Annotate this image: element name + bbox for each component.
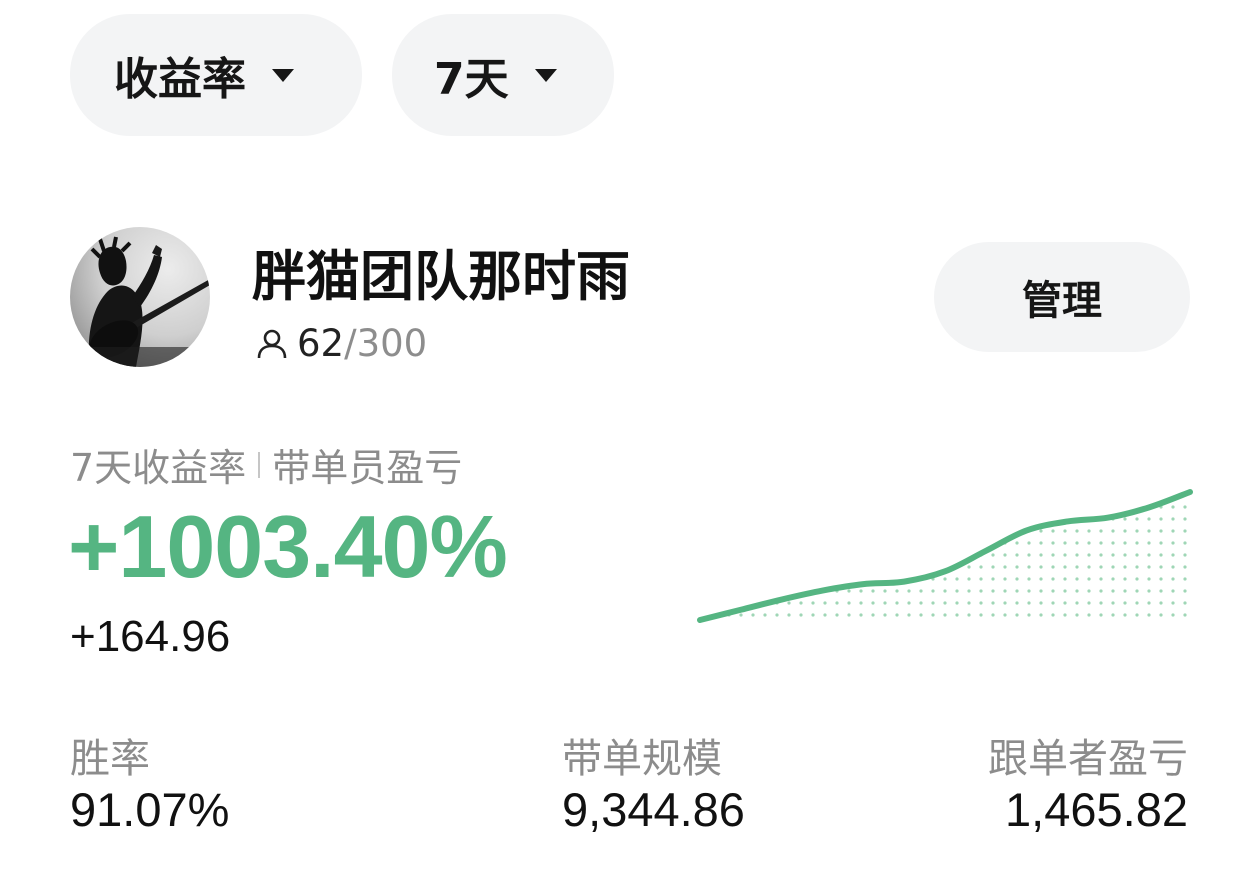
win-rate-label: 胜率 bbox=[70, 736, 150, 782]
period-filter-label: 7天 bbox=[434, 54, 509, 105]
performance-label-row: 7天收益率 带单员盈亏 bbox=[70, 437, 462, 492]
metric-filter-dropdown[interactable]: 收益率 bbox=[70, 14, 362, 136]
win-rate-value: 91.07% bbox=[70, 783, 230, 836]
period-filter-dropdown[interactable]: 7天 bbox=[392, 14, 614, 136]
person-icon bbox=[257, 329, 287, 358]
members-current: 62 bbox=[297, 322, 345, 365]
guitarist-avatar-image bbox=[70, 227, 210, 367]
leader-pnl-label[interactable]: 带单员盈亏 bbox=[272, 437, 462, 492]
manage-button[interactable]: 管理 bbox=[934, 242, 1190, 352]
members-max: 300 bbox=[356, 322, 428, 365]
copy-trade-scale-label: 带单规模 bbox=[562, 736, 722, 782]
pnl-value: +164.96 bbox=[70, 612, 231, 661]
follower-pnl-label: 跟单者盈亏 bbox=[988, 736, 1188, 782]
period-return-label[interactable]: 7天收益率 bbox=[70, 437, 246, 492]
label-divider bbox=[258, 451, 261, 478]
members-separator: / bbox=[344, 322, 357, 365]
copy-trade-scale-value: 9,344.86 bbox=[562, 783, 745, 836]
caret-down-icon bbox=[534, 68, 557, 82]
metric-filter-label: 收益率 bbox=[114, 54, 246, 105]
return-sparkline-chart bbox=[697, 489, 1193, 623]
follower-pnl-value: 1,465.82 bbox=[1005, 783, 1188, 836]
caret-down-icon bbox=[272, 68, 294, 82]
avatar[interactable] bbox=[70, 227, 210, 367]
member-count: 62 / 300 bbox=[255, 322, 427, 365]
return-rate-value: +1003.40% bbox=[68, 497, 508, 596]
team-name: 胖猫团队那时雨 bbox=[252, 245, 630, 308]
